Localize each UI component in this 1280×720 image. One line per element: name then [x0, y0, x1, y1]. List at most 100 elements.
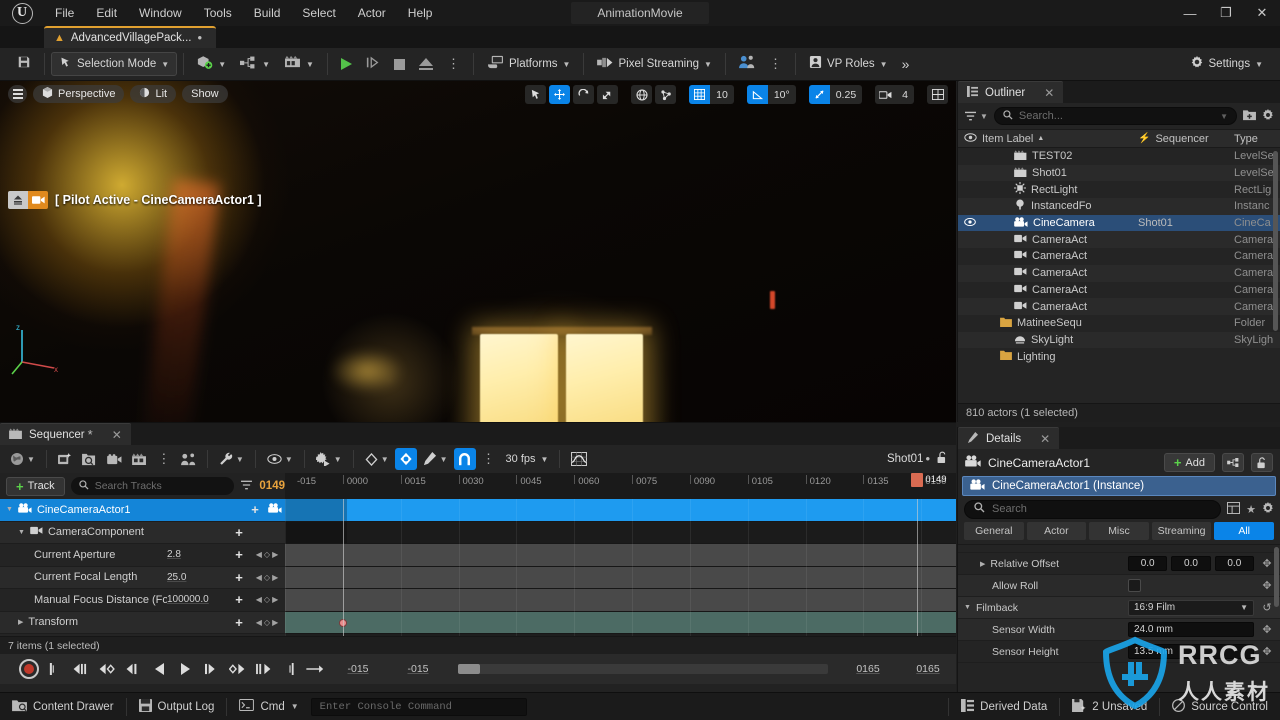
menu-select[interactable]: Select — [291, 3, 346, 23]
details-tab[interactable]: Details ✕ — [958, 427, 1060, 449]
camera-speed-value[interactable]: 4 — [896, 85, 914, 104]
prev-key-icon[interactable]: ◀ — [256, 550, 262, 559]
add-track-button[interactable]: + Track — [6, 476, 65, 496]
sequencer-lock-icon[interactable] — [937, 451, 948, 467]
sequencer-lane[interactable] — [285, 521, 956, 544]
details-filter-tab-streaming[interactable]: Streaming — [1151, 522, 1212, 540]
outliner-row[interactable]: SkyLight SkyLigh — [958, 331, 1280, 349]
outliner-tab[interactable]: Outliner ✕ — [958, 81, 1064, 103]
triangle-down-icon[interactable]: ▼ — [964, 604, 971, 611]
menu-build[interactable]: Build — [243, 3, 292, 23]
details-property-row[interactable]: ▶ Relative Offset 0.0 0.0 0.0 ✥ — [958, 553, 1280, 575]
settings-button[interactable]: Settings ▼ — [1183, 52, 1270, 76]
scale-gizmo-icon[interactable] — [597, 85, 619, 104]
outliner-scrollbar[interactable] — [1273, 151, 1278, 331]
menu-file[interactable]: File — [44, 3, 85, 23]
key-nav-controls[interactable]: ◀ ◇ ▶ — [249, 595, 285, 604]
loop-mode-button[interactable] — [304, 658, 326, 680]
sequencer-shot-label[interactable]: Shot01 — [887, 453, 923, 465]
viewport-layout-icon[interactable] — [927, 85, 948, 104]
outliner-row[interactable]: Lighting — [958, 348, 1280, 365]
playback-start-frame[interactable]: -015 — [330, 663, 386, 675]
property-text-field[interactable]: 13.5 mm — [1128, 644, 1254, 659]
snapping-toggle-button[interactable] — [453, 448, 476, 470]
scale-snap-icon[interactable] — [808, 85, 830, 104]
key-nav-controls[interactable]: ◀ ◇ ▶ — [249, 618, 285, 627]
triangle-right-icon[interactable]: ▶ — [980, 560, 985, 568]
jump-to-end-button[interactable] — [278, 658, 300, 680]
outliner-row[interactable]: CineCamera Shot01 CineCa — [958, 214, 1280, 232]
record-button[interactable] — [18, 658, 40, 680]
render-movie-button[interactable] — [128, 448, 151, 470]
snapping-options-button[interactable]: ⋮ — [478, 448, 500, 470]
playback-range-thumb[interactable] — [458, 664, 480, 674]
sequencer-lane[interactable] — [285, 589, 956, 612]
sequencer-tab[interactable]: Sequencer * ✕ — [0, 423, 131, 445]
menu-window[interactable]: Window — [128, 3, 193, 23]
save-button[interactable] — [10, 52, 38, 76]
key-dot-icon[interactable]: ◇ — [264, 595, 270, 604]
toolbar-overflow-button[interactable]: » — [895, 52, 917, 76]
add-actor-button[interactable]: ▼ — [190, 52, 233, 76]
grid-snap-control[interactable]: 10 — [689, 85, 734, 104]
outliner-row-list[interactable]: TEST02 LevelSe Shot01 LevelSe RectLight RectL… — [958, 148, 1280, 384]
key-nav-controls[interactable]: ◀ ◇ ▶ — [249, 550, 285, 559]
level-tab[interactable]: ▲ AdvancedVillagePack... • — [44, 26, 217, 48]
cmd-button[interactable]: Cmd ▼ — [227, 693, 310, 720]
playback-end-frame[interactable]: 0165 — [840, 663, 896, 675]
surface-snap-icon[interactable] — [655, 85, 677, 104]
sequencer-track-value[interactable]: 100000.0 — [167, 594, 229, 605]
details-filter-tab-general[interactable]: General — [964, 522, 1024, 540]
outliner-search-input[interactable]: Search... ▼ — [993, 107, 1237, 125]
actor-to-sequencer-button[interactable] — [177, 448, 200, 470]
track-filter-icon[interactable] — [240, 477, 253, 495]
minimize-button[interactable]: — — [1172, 0, 1208, 26]
outliner-row[interactable]: InstancedFo Instanc — [958, 198, 1280, 215]
property-text-field[interactable]: 24.0 mm — [1128, 622, 1254, 637]
key-nav-controls[interactable]: ◀ ◇ ▶ — [249, 573, 285, 582]
menu-edit[interactable]: Edit — [85, 3, 128, 23]
sequencer-track-tree[interactable]: ▼ CineCameraActor1 + ▼ CameraComponent + Curre… — [0, 499, 285, 636]
grid-snap-icon[interactable] — [689, 85, 711, 104]
new-folder-icon[interactable] — [1243, 109, 1256, 124]
camera-speed-control[interactable]: 4 — [875, 85, 914, 104]
angle-snap-icon[interactable] — [746, 85, 768, 104]
playhead-marker[interactable] — [911, 473, 924, 487]
sequencer-track-row[interactable]: Current Aperture 2.8 + ◀ ◇ ▶ — [0, 544, 285, 567]
column-layout-icon[interactable] — [1227, 501, 1241, 517]
sequencer-timeline-ruler[interactable]: -015 0000 0015 0030 0045 0060 0075 0090 0105 0120… — [285, 473, 956, 499]
details-scrollbar[interactable] — [1274, 547, 1279, 607]
outliner-filter-button[interactable]: ▼ — [964, 111, 988, 122]
track-search-input[interactable]: Search Tracks — [70, 477, 235, 495]
sequencer-track-row[interactable]: ▶ Transform + ◀ ◇ ▶ — [0, 611, 285, 634]
outliner-row[interactable]: TEST02 LevelSe — [958, 148, 1280, 165]
unsaved-button[interactable]: 2 Unsaved — [1060, 693, 1159, 720]
previous-keyframe-button[interactable] — [96, 658, 118, 680]
add-key-button[interactable]: + — [245, 502, 265, 517]
add-key-button[interactable]: + — [229, 570, 249, 585]
property-checkbox[interactable] — [1128, 579, 1141, 592]
sequencer-lane[interactable] — [285, 499, 956, 522]
console-command-input[interactable]: Enter Console Command — [310, 697, 527, 716]
favorites-star-icon[interactable]: ★ — [1246, 503, 1256, 516]
details-settings-gear-icon[interactable] — [1262, 501, 1274, 517]
auto-key-button[interactable] — [394, 448, 417, 470]
vector-field-z[interactable]: 0.0 — [1214, 556, 1254, 571]
next-key-icon[interactable]: ▶ — [272, 618, 278, 627]
vp-roles-button[interactable]: VP Roles ▼ — [802, 52, 895, 76]
next-key-icon[interactable]: ▶ — [272, 550, 278, 559]
next-key-icon[interactable]: ▶ — [272, 595, 278, 604]
add-key-button[interactable]: + — [229, 525, 249, 540]
key-dot-icon[interactable]: ◇ — [264, 573, 270, 582]
skip-button[interactable] — [359, 52, 387, 76]
playback-current-start[interactable]: -015 — [390, 663, 446, 675]
viewport-view-mode-button[interactable]: Perspective — [33, 85, 125, 103]
multiuser-options-button[interactable]: ⋮ — [762, 52, 789, 76]
column-type[interactable]: Type — [1234, 133, 1280, 145]
add-key-button[interactable]: + — [229, 592, 249, 607]
eject-button[interactable] — [412, 52, 440, 76]
prev-key-icon[interactable]: ◀ — [256, 595, 262, 604]
maximize-button[interactable]: ❐ — [1208, 0, 1244, 26]
viewport-lighting-button[interactable]: Lit — [130, 85, 177, 103]
key-interpolation-button[interactable]: ▼ — [361, 448, 393, 470]
